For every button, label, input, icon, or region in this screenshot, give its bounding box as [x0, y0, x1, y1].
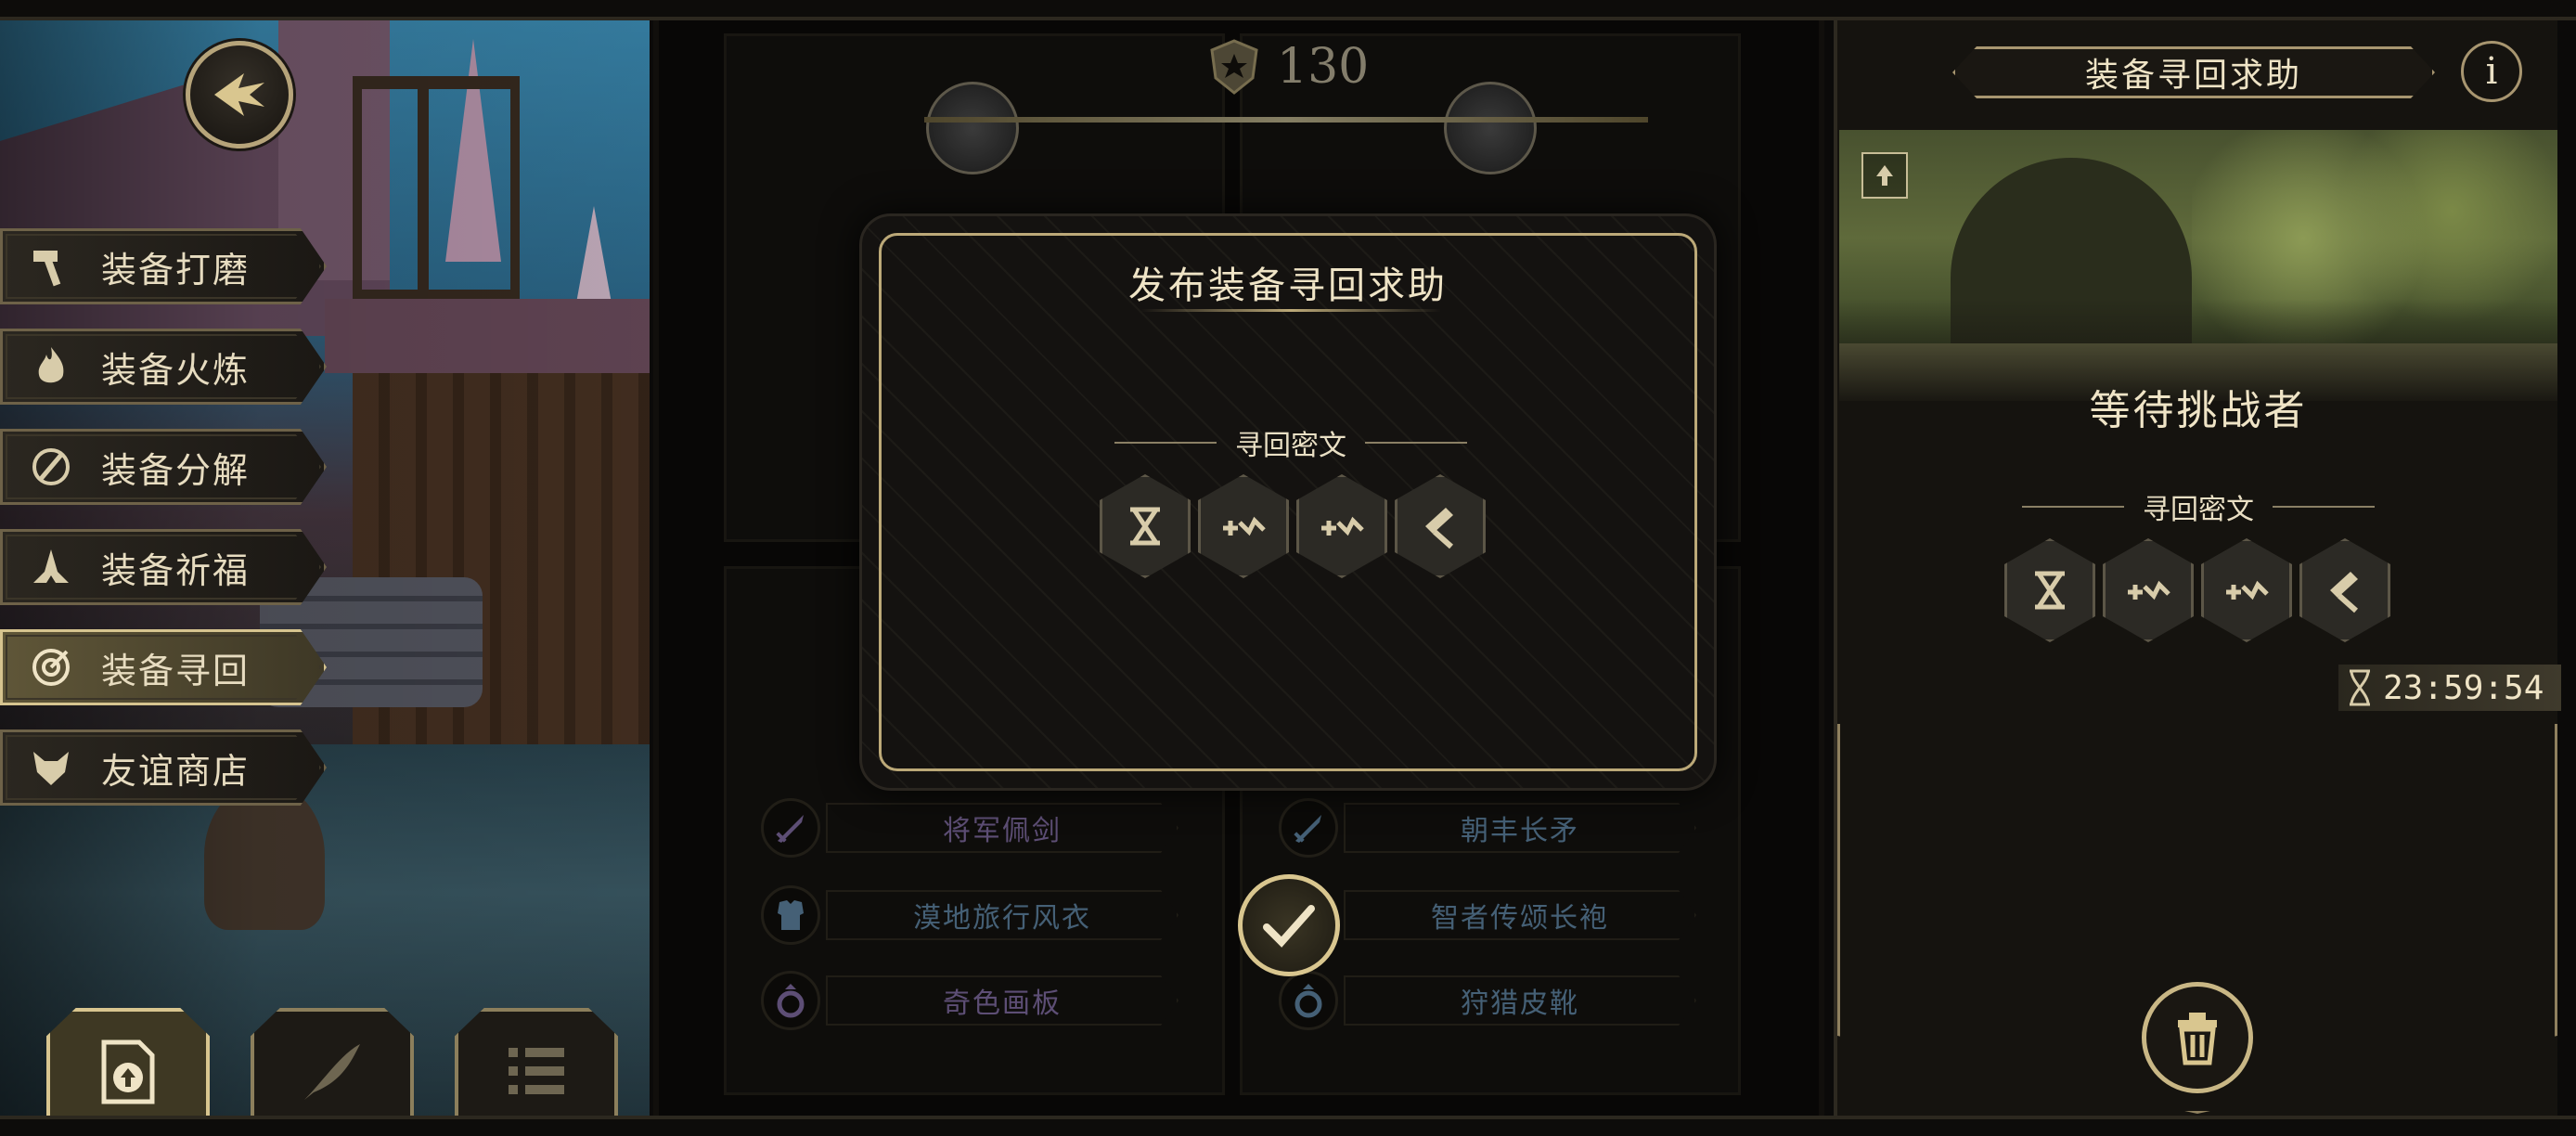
- rune-hammer-icon: [2299, 538, 2390, 642]
- hammer-icon: [25, 240, 77, 292]
- level-preview-image: [1839, 130, 2557, 401]
- upload-doc-icon: [86, 1030, 170, 1114]
- cipher-section: 寻回密文: [862, 422, 1719, 463]
- menu-item-label: 装备寻回: [101, 650, 251, 691]
- menu-item-refine[interactable]: 装备火炼: [0, 329, 327, 405]
- menu-item-retrieve[interactable]: 装备寻回: [0, 629, 327, 705]
- equip-name: 漠地旅行风衣: [826, 890, 1179, 940]
- trash-icon: [2178, 1013, 2217, 1065]
- target-icon: [25, 641, 77, 693]
- disassemble-icon: [25, 441, 77, 493]
- menu-item-label: 装备打磨: [101, 249, 251, 290]
- cipher-runes: [1100, 474, 1486, 578]
- modal-title-underline: [1140, 309, 1441, 312]
- fox-icon: [25, 742, 77, 794]
- cipher-label: 寻回密文: [1235, 430, 1346, 462]
- player-portrait-left: [926, 82, 1019, 174]
- shield-icon: [1210, 39, 1258, 95]
- rune-hammer-icon[interactable]: [1395, 474, 1486, 578]
- equip-slot[interactable]: 将军佩剑: [761, 798, 1179, 858]
- equip-name: 奇色画板: [826, 975, 1179, 1026]
- equip-slot[interactable]: 奇色画板: [761, 971, 1179, 1030]
- back-arrow-icon: [214, 73, 264, 116]
- divider: [2273, 506, 2375, 508]
- score-display: 130: [1206, 37, 1369, 97]
- equip-name: 狩猎皮靴: [1344, 975, 1696, 1026]
- panel-title: 装备寻回求助: [1952, 46, 2435, 98]
- forge-menu: 装备打磨 装备火炼 装备分解 装备祈福 装备寻回 友谊商店: [0, 228, 334, 830]
- armor-icon: [761, 885, 820, 945]
- ring-icon: [1279, 971, 1338, 1030]
- timer-value: 23:59:54: [2383, 668, 2544, 707]
- score-value: 130: [1277, 39, 1370, 95]
- countdown-timer: 23:59:54: [2338, 665, 2561, 711]
- equip-name: 朝丰长矛: [1344, 803, 1696, 853]
- menu-item-bless[interactable]: 装备祈福: [0, 529, 327, 605]
- info-button[interactable]: i: [2461, 41, 2522, 102]
- divider: [1114, 442, 1217, 444]
- modal-title: 发布装备寻回求助: [1128, 265, 1448, 307]
- rune-plus-wave-icon: [2201, 538, 2292, 642]
- menu-item-label: 装备火炼: [101, 349, 251, 391]
- divider: [2022, 506, 2124, 508]
- menu-item-label: 友谊商店: [101, 750, 251, 792]
- equip-name: 将军佩剑: [826, 803, 1179, 853]
- hourglass-icon: [2350, 669, 2370, 706]
- feather-icon: [290, 1030, 374, 1114]
- confirm-button[interactable]: [1238, 874, 1340, 976]
- score-divider: [924, 117, 1648, 123]
- delete-request-button[interactable]: [2142, 982, 2253, 1093]
- publish-request-modal: 发布装备寻回求助 寻回密文: [859, 213, 1717, 791]
- pray-hands-icon: [25, 541, 77, 593]
- list-icon: [495, 1030, 578, 1114]
- back-button[interactable]: [186, 41, 293, 148]
- cipher-label: 寻回密文: [2143, 494, 2254, 526]
- rune-x-icon: [2004, 538, 2095, 642]
- sword-icon: [1279, 798, 1338, 858]
- divider: [1365, 442, 1467, 444]
- ring-icon: [761, 971, 820, 1030]
- bottom-border: [0, 1116, 2576, 1136]
- rune-plus-wave-icon[interactable]: [1296, 474, 1387, 578]
- cipher-section: 寻回密文: [1839, 486, 2557, 527]
- player-portrait-right: [1444, 82, 1537, 174]
- top-border: [0, 0, 2576, 20]
- menu-item-label: 装备祈福: [101, 549, 251, 591]
- sword-icon: [761, 798, 820, 858]
- level-up-icon[interactable]: [1861, 152, 1908, 199]
- equip-slot[interactable]: 狩猎皮靴: [1279, 971, 1696, 1030]
- equip-slot[interactable]: 漠地旅行风衣: [761, 885, 1179, 945]
- menu-item-polish[interactable]: 装备打磨: [0, 228, 327, 304]
- rune-plus-wave-icon[interactable]: [1198, 474, 1289, 578]
- rune-x-icon[interactable]: [1100, 474, 1191, 578]
- menu-item-friend-shop[interactable]: 友谊商店: [0, 729, 327, 806]
- rune-plus-wave-icon: [2103, 538, 2194, 642]
- menu-item-disassemble[interactable]: 装备分解: [0, 429, 327, 505]
- menu-item-label: 装备分解: [101, 449, 251, 491]
- checkmark-icon: [1263, 905, 1315, 948]
- status-text: 等待挑战者: [2089, 387, 2308, 434]
- flame-icon: [25, 341, 77, 393]
- equip-slot[interactable]: 朝丰长矛: [1279, 798, 1696, 858]
- info-icon: i: [2485, 50, 2498, 93]
- cipher-runes: [2004, 538, 2390, 642]
- equip-slot[interactable]: 智者传颂长袍: [1279, 885, 1696, 945]
- equip-name: 智者传颂长袍: [1344, 890, 1696, 940]
